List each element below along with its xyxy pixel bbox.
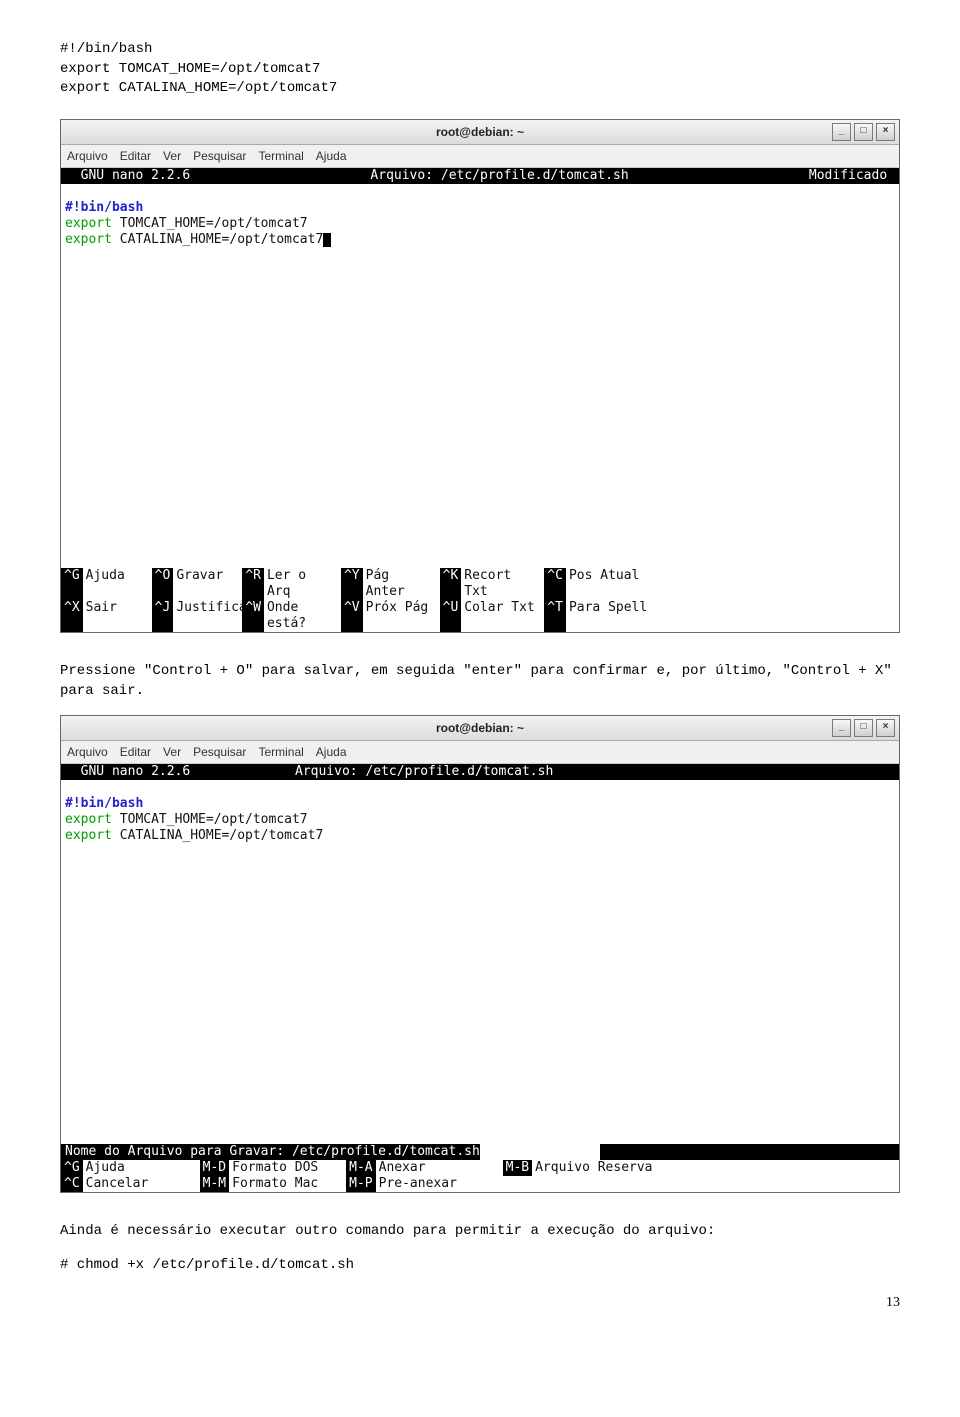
nano-shortcut-row: ^GAjuda ^OGravar ^RLer o Arq ^YPág Anter… [61,568,899,600]
shortcut-key: M-B [503,1160,532,1176]
menubar: Arquivo Editar Ver Pesquisar Terminal Aj… [61,145,899,168]
shortcut-key: ^X [61,600,83,632]
code-snippet-top: #!/bin/bash export TOMCAT_HOME=/opt/tomc… [60,40,900,99]
shortcut-label: Gravar [173,568,242,600]
shortcut-label: Ajuda [83,1160,200,1176]
shortcut-label: Anexar [376,1160,503,1176]
editor-blank-area [61,248,899,568]
editor-blank [61,184,899,200]
shortcut-key: ^C [61,1176,83,1192]
menu-search[interactable]: Pesquisar [193,149,246,163]
nano-save-prompt[interactable]: Nome do Arquivo para Gravar: /etc/profil… [61,1144,899,1160]
menu-help[interactable]: Ajuda [316,149,347,163]
nano-header: GNU nano 2.2.6Arquivo: /etc/profile.d/to… [61,168,899,184]
shortcut-key: ^J [152,600,174,632]
close-button[interactable]: × [876,123,895,141]
window-title: root@debian: ~ [436,721,524,735]
nano-shortcut-row: ^GAjuda M-DFormato DOS M-AAnexar M-BArqu… [61,1160,899,1176]
shortcut-key: M-A [346,1160,375,1176]
shortcut-key: ^R [242,568,264,600]
close-button[interactable]: × [876,719,895,737]
shortcut-label: Formato Mac [229,1176,346,1192]
instruction-paragraph-1: Pressione "Control + O" para salvar, em … [60,661,900,702]
menu-help[interactable]: Ajuda [316,745,347,759]
shortcut-label: Colar Txt [461,600,544,632]
maximize-button[interactable]: □ [854,719,873,737]
cursor-icon [323,233,331,247]
shortcut-label: Onde está? [264,600,341,632]
shortcut-label: Justificar [173,600,242,632]
terminal-content: GNU nano 2.2.6Arquivo: /etc/profile.d/to… [61,764,899,1192]
minimize-button[interactable]: _ [832,123,851,141]
shortcut-key: ^C [544,568,566,600]
window-titlebar[interactable]: root@debian: ~ _ □ × [61,716,899,741]
editor-line: export TOMCAT_HOME=/opt/tomcat7 [61,216,899,232]
menu-view[interactable]: Ver [163,149,181,163]
window-titlebar[interactable]: root@debian: ~ _ □ × [61,120,899,145]
editor-blank [61,780,899,796]
shortcut-label: Próx Pág [363,600,440,632]
command-chmod: # chmod +x /etc/profile.d/tomcat.sh [60,1256,900,1276]
nano-shortcut-row: ^XSair ^JJustificar ^WOnde está? ^VPróx … [61,600,899,632]
shortcut-key: ^Y [341,568,363,600]
maximize-button[interactable]: □ [854,123,873,141]
editor-line: export TOMCAT_HOME=/opt/tomcat7 [61,812,899,828]
shortcut-key: ^V [341,600,363,632]
shortcut-key: ^W [242,600,264,632]
menu-search[interactable]: Pesquisar [193,745,246,759]
shortcut-key: ^T [544,600,566,632]
nano-shortcut-row: ^CCancelar M-MFormato Mac M-PPre-anexar [61,1176,899,1192]
shortcut-key: M-P [346,1176,375,1192]
shortcut-label: Cancelar [83,1176,200,1192]
shortcut-label: Ajuda [83,568,152,600]
menu-terminal[interactable]: Terminal [258,149,303,163]
terminal-window-2: root@debian: ~ _ □ × Arquivo Editar Ver … [60,715,900,1193]
shortcut-key: ^K [440,568,462,600]
menu-file[interactable]: Arquivo [67,745,108,759]
shortcut-label: Pág Anter [363,568,440,600]
shortcut-label: Para Spell [566,600,899,632]
editor-line: #!bin/bash [61,200,899,216]
shortcut-label: Pos Atual [566,568,899,600]
shortcut-key: M-D [200,1160,229,1176]
shortcut-key: ^G [61,1160,83,1176]
terminal-window-1: root@debian: ~ _ □ × Arquivo Editar Ver … [60,119,900,633]
menubar: Arquivo Editar Ver Pesquisar Terminal Aj… [61,741,899,764]
shortcut-key: ^O [152,568,174,600]
menu-view[interactable]: Ver [163,745,181,759]
shortcut-label: Recort Txt [461,568,544,600]
instruction-paragraph-2: Ainda é necessário executar outro comand… [60,1221,900,1241]
shortcut-key: ^G [61,568,83,600]
page-number: 13 [60,1295,900,1311]
shortcut-label: Formato DOS [229,1160,346,1176]
shortcut-key: M-M [200,1176,229,1192]
shortcut-label: Pre-anexar [376,1176,899,1192]
editor-line: export CATALINA_HOME=/opt/tomcat7 [61,828,899,844]
shortcut-label: Arquivo Reserva [532,1160,899,1176]
window-title: root@debian: ~ [436,125,524,139]
menu-edit[interactable]: Editar [120,149,151,163]
menu-edit[interactable]: Editar [120,745,151,759]
editor-blank-area [61,844,899,1144]
editor-line: #!bin/bash [61,796,899,812]
terminal-content: GNU nano 2.2.6Arquivo: /etc/profile.d/to… [61,168,899,632]
nano-header: GNU nano 2.2.6Arquivo: /etc/profile.d/to… [61,764,899,780]
menu-terminal[interactable]: Terminal [258,745,303,759]
shortcut-label: Sair [83,600,152,632]
editor-line: export CATALINA_HOME=/opt/tomcat7 [61,232,899,248]
menu-file[interactable]: Arquivo [67,149,108,163]
shortcut-label: Ler o Arq [264,568,341,600]
shortcut-key: ^U [440,600,462,632]
minimize-button[interactable]: _ [832,719,851,737]
